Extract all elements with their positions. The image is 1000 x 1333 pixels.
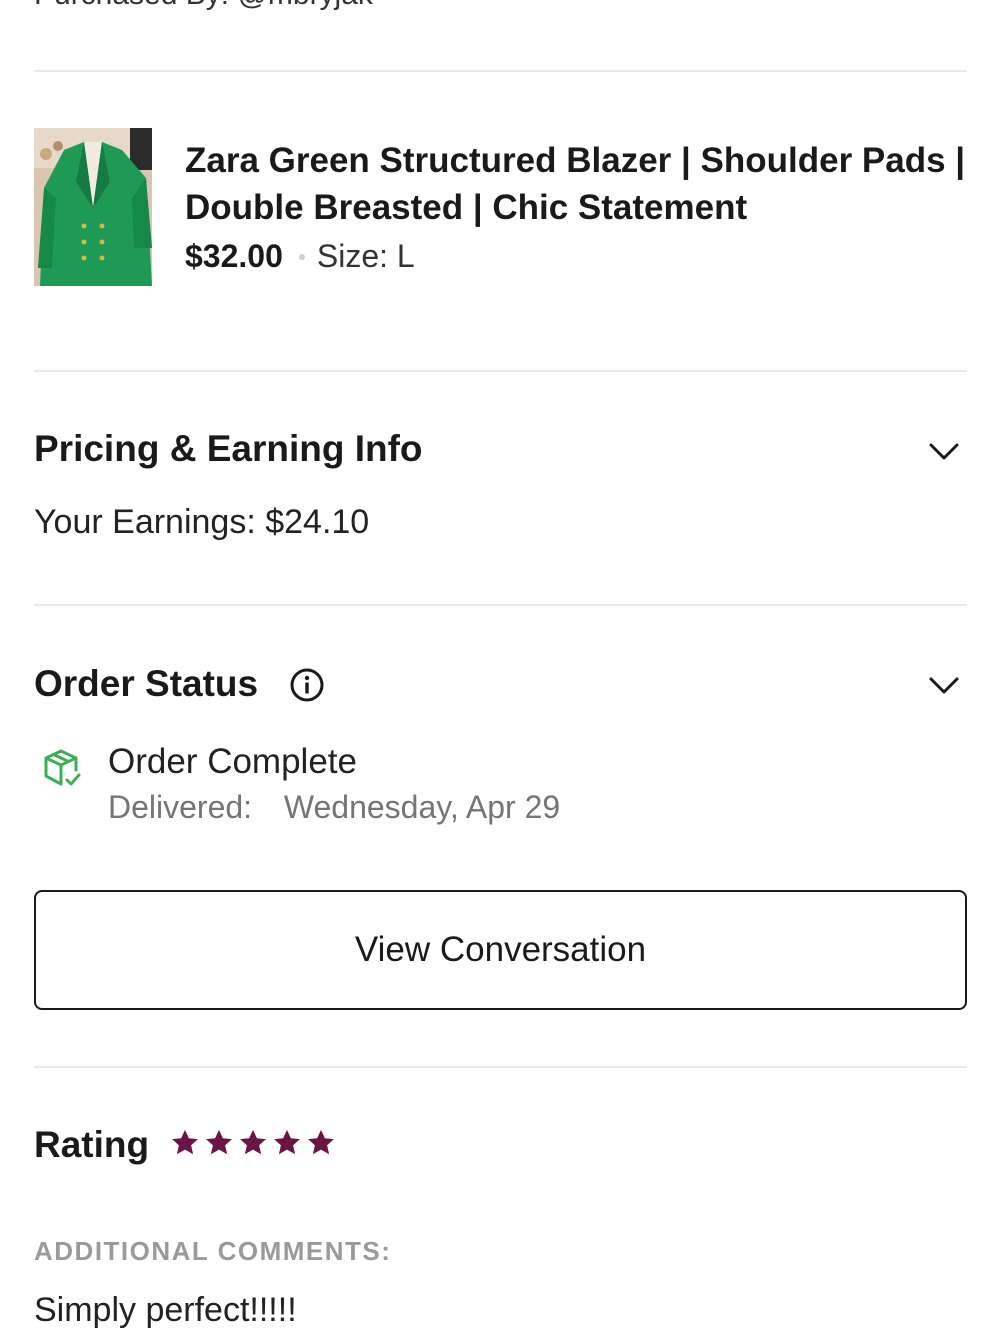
info-icon xyxy=(290,668,324,702)
item-title[interactable]: Zara Green Structured Blazer | Shoulder … xyxy=(185,137,975,231)
additional-comments-label: ADDITIONAL COMMENTS: xyxy=(34,1236,392,1266)
item-thumbnail[interactable] xyxy=(34,128,152,286)
price-size-row: $32.00 Size: L xyxy=(185,238,415,275)
package-check-icon xyxy=(44,749,81,786)
order-status-title[interactable]: Order Status xyxy=(34,663,258,705)
comment-text: Simply perfect!!!!! xyxy=(34,1291,297,1329)
pricing-expand-toggle[interactable] xyxy=(926,433,962,474)
purchased-by-text: Purchased By: @mbryjak xyxy=(34,0,373,12)
chevron-down-icon xyxy=(929,677,959,694)
blazer-image xyxy=(34,128,152,286)
order-status-info-button[interactable] xyxy=(289,667,325,708)
view-conversation-label: View Conversation xyxy=(354,930,647,969)
delivered-label: Delivered: xyxy=(108,789,253,825)
item-price: $32.00 xyxy=(185,238,283,274)
your-earnings: Your Earnings: $24.10 xyxy=(34,503,370,541)
divider xyxy=(34,370,967,372)
star-icon xyxy=(274,1129,300,1155)
order-status-expand-toggle[interactable] xyxy=(926,667,962,708)
pricing-section-title[interactable]: Pricing & Earning Info xyxy=(34,428,423,470)
chevron-down-icon xyxy=(929,443,959,460)
star-icon xyxy=(308,1129,334,1155)
divider xyxy=(34,70,967,72)
divider xyxy=(34,604,967,606)
star-icon xyxy=(172,1129,198,1155)
order-status-icon-wrap xyxy=(42,748,84,795)
star-icon xyxy=(240,1129,266,1155)
star-icon xyxy=(206,1129,232,1155)
divider xyxy=(34,1066,967,1068)
delivered-row: Delivered: Wednesday, Apr 29 xyxy=(108,789,560,826)
rating-stars xyxy=(170,1128,336,1158)
view-conversation-button[interactable]: View Conversation xyxy=(34,890,967,1010)
item-size: Size: L xyxy=(316,238,415,274)
rating-title: Rating xyxy=(34,1124,150,1165)
delivered-date: Wednesday, Apr 29 xyxy=(283,789,561,825)
order-status-state: Order Complete xyxy=(108,742,357,781)
separator-dot xyxy=(298,253,305,260)
